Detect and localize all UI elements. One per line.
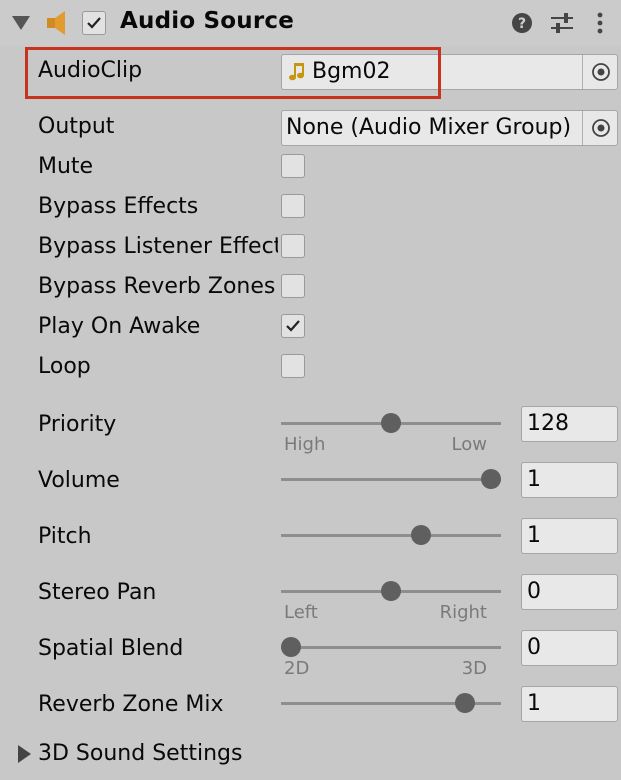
mute-checkbox[interactable]	[281, 154, 305, 178]
output-label: Output	[38, 114, 115, 139]
stereo-pan-max-label: Right	[439, 602, 487, 623]
component-title: Audio Source	[120, 8, 295, 34]
checkmark-icon	[286, 320, 300, 332]
object-picker-icon[interactable]	[591, 118, 611, 138]
stereo-pan-label: Stereo Pan	[38, 580, 157, 605]
output-value: None (Audio Mixer Group)	[286, 115, 572, 140]
stereo-pan-min-label: Left	[284, 602, 318, 623]
loop-label: Loop	[38, 354, 91, 379]
pitch-label: Pitch	[38, 524, 92, 549]
priority-slider-thumb[interactable]	[381, 413, 401, 433]
stereo-pan-value-field[interactable]: 0	[521, 574, 618, 610]
spatial-blend-slider-track[interactable]	[281, 646, 501, 649]
spatial-blend-max-label: 3D	[461, 658, 487, 679]
reverb-zone-mix-slider-thumb[interactable]	[455, 693, 475, 713]
priority-max-label: Low	[451, 434, 487, 455]
foldout-collapsed-icon[interactable]	[18, 745, 31, 763]
bypass-effects-label: Bypass Effects	[38, 194, 199, 219]
volume-value-field[interactable]: 1	[521, 462, 618, 498]
component-enabled-checkbox[interactable]	[82, 11, 106, 35]
pitch-value-field[interactable]: 1	[521, 518, 618, 554]
bypass-reverb-zones-label: Bypass Reverb Zones	[38, 274, 276, 299]
play-on-awake-label: Play On Awake	[38, 314, 201, 339]
spatial-blend-slider-thumb[interactable]	[281, 637, 301, 657]
mute-label: Mute	[38, 154, 94, 179]
bypass-listener-effects-checkbox[interactable]	[281, 234, 305, 258]
priority-label: Priority	[38, 412, 117, 437]
pitch-slider-track[interactable]	[281, 534, 501, 537]
object-picker-icon[interactable]	[591, 62, 611, 82]
foldout-arrow-icon[interactable]	[12, 16, 30, 30]
spatial-blend-value-field[interactable]: 0	[521, 630, 618, 666]
spatial-blend-label: Spatial Blend	[38, 636, 184, 661]
bypass-effects-checkbox[interactable]	[281, 194, 305, 218]
priority-value-field[interactable]: 128	[521, 406, 618, 442]
audioclip-highlight-box	[25, 47, 441, 99]
preset-icon[interactable]	[550, 12, 574, 34]
more-icon[interactable]	[596, 12, 604, 34]
spatial-blend-min-label: 2D	[284, 658, 310, 679]
volume-slider-thumb[interactable]	[481, 469, 501, 489]
play-on-awake-checkbox[interactable]	[281, 314, 305, 338]
bypass-listener-effects-label: Bypass Listener Effects	[38, 234, 278, 259]
volume-label: Volume	[38, 468, 120, 493]
help-icon[interactable]: ?	[511, 12, 533, 34]
audio-source-icon	[46, 10, 68, 36]
stereo-pan-slider-thumb[interactable]	[381, 581, 401, 601]
reverb-zone-mix-value-field[interactable]: 1	[521, 686, 618, 722]
pitch-slider-thumb[interactable]	[411, 525, 431, 545]
svg-text:?: ?	[518, 16, 526, 32]
priority-min-label: High	[284, 434, 326, 455]
loop-checkbox[interactable]	[281, 354, 305, 378]
3d-sound-settings-foldout[interactable]: 3D Sound Settings	[38, 741, 242, 766]
reverb-zone-mix-label: Reverb Zone Mix	[38, 692, 224, 717]
output-field[interactable]: None (Audio Mixer Group)	[281, 110, 618, 146]
bypass-reverb-zones-checkbox[interactable]	[281, 274, 305, 298]
volume-slider-track[interactable]	[281, 478, 501, 481]
